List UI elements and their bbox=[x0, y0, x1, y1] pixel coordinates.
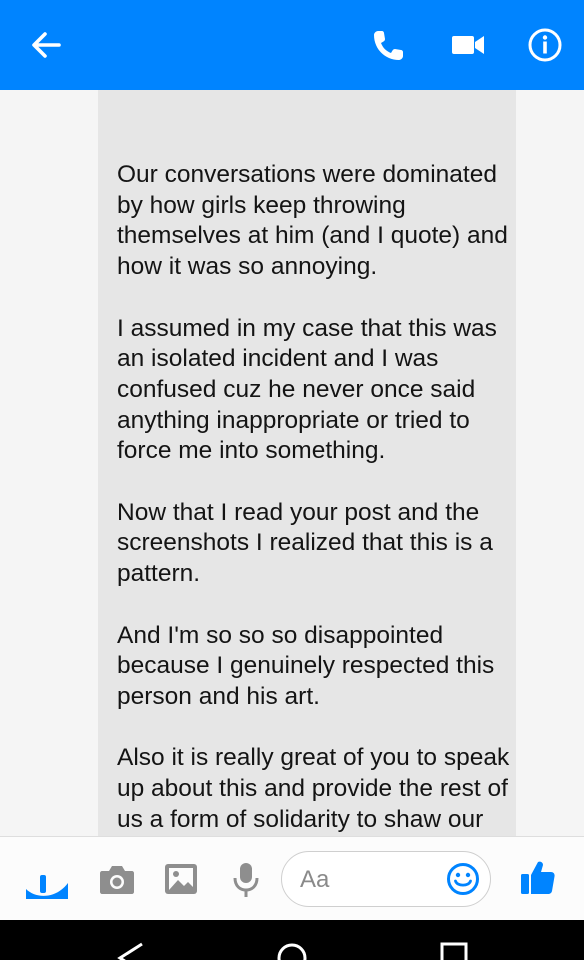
message-paragraph: Also it is really great of you to speak … bbox=[117, 744, 510, 833]
emoji-icon[interactable] bbox=[446, 862, 480, 896]
nav-back-icon[interactable] bbox=[116, 942, 146, 960]
gallery-icon[interactable] bbox=[163, 861, 199, 897]
message-thread[interactable]: Our conversations were dominated by how … bbox=[0, 90, 584, 836]
conversation-header bbox=[0, 0, 584, 90]
camera-icon[interactable] bbox=[98, 861, 136, 897]
nav-home-icon[interactable] bbox=[276, 942, 308, 960]
more-icon[interactable] bbox=[26, 859, 68, 899]
phone-icon[interactable] bbox=[369, 25, 409, 65]
message-paragraph: And I'm so so so disappointed because I … bbox=[117, 621, 495, 710]
thumbs-up-icon[interactable] bbox=[519, 859, 557, 897]
message-paragraph: Our conversations were dominated by how … bbox=[117, 161, 508, 281]
nav-recents-icon[interactable] bbox=[440, 942, 468, 960]
video-camera-icon[interactable] bbox=[448, 25, 488, 65]
message-paragraph: I assumed in my case that this was an is… bbox=[117, 314, 497, 465]
composer-bar bbox=[0, 836, 584, 921]
microphone-icon[interactable] bbox=[230, 861, 262, 899]
message-text: Our conversations were dominated by how … bbox=[117, 160, 512, 836]
message-input-field[interactable] bbox=[281, 851, 491, 907]
system-navigation-bar bbox=[0, 920, 584, 960]
message-input[interactable] bbox=[298, 864, 442, 896]
message-paragraph: Now that I read your post and the screen… bbox=[117, 498, 493, 588]
back-arrow-icon[interactable] bbox=[26, 25, 66, 65]
info-icon[interactable] bbox=[525, 25, 565, 65]
